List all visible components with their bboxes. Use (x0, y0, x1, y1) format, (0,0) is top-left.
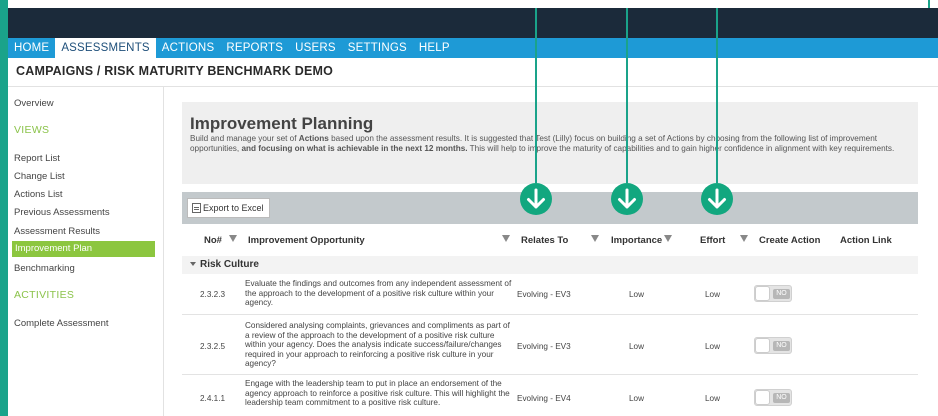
export-excel-button[interactable]: Export to Excel (187, 198, 270, 218)
top-gap (8, 0, 938, 8)
nav-settings[interactable]: SETTINGS (342, 38, 413, 58)
sidebar-item-improvement-plan[interactable]: Improvement Plan (12, 241, 155, 257)
row-number: 2.4.1.1 (200, 394, 226, 403)
col-header-action-link[interactable]: Action Link (840, 235, 892, 246)
nav-help[interactable]: HELP (413, 38, 456, 58)
down-arrow-icon (611, 183, 643, 215)
main-nav: HOME ASSESSMENTS ACTIONS REPORTS USERS S… (8, 38, 938, 58)
export-label: Export to Excel (203, 203, 264, 213)
col-header-importance[interactable]: Importance (611, 235, 662, 246)
callout-line (626, 8, 628, 183)
toggle-knob (755, 338, 770, 353)
group-row-risk-culture[interactable]: Risk Culture (182, 256, 918, 274)
col-header-opportunity[interactable]: Improvement Opportunity (248, 235, 365, 246)
row-number: 2.3.2.5 (200, 342, 226, 351)
app-header (8, 8, 938, 38)
sidebar-item-overview[interactable]: Overview (14, 98, 54, 109)
col-header-no[interactable]: No# (204, 235, 222, 246)
row-relates-to: Evolving - EV3 (517, 290, 571, 299)
create-action-toggle[interactable]: NO (754, 389, 792, 406)
callout-line (535, 8, 537, 183)
toggle-label: NO (773, 289, 790, 299)
sidebar-item-report-list[interactable]: Report List (14, 153, 60, 164)
desc-bold-1: Actions (298, 134, 329, 143)
row-effort: Low (705, 342, 721, 351)
filter-icon[interactable] (740, 235, 748, 242)
improvement-planning-panel: Improvement Planning Build and manage yo… (182, 102, 918, 184)
filter-icon[interactable] (229, 235, 237, 242)
sidebar-item-assessment-results[interactable]: Assessment Results (14, 226, 100, 237)
desc-text-3: This will help to improve the maturity o… (467, 144, 895, 153)
corner-marker (928, 0, 930, 8)
nav-users[interactable]: USERS (289, 38, 342, 58)
left-frame (0, 0, 8, 416)
toggle-knob (755, 286, 770, 301)
toggle-label: NO (773, 393, 790, 403)
down-arrow-icon (520, 183, 552, 215)
row-importance: Low (629, 394, 645, 403)
row-opportunity: Engage with the leadership team to put i… (245, 379, 510, 408)
desc-bold-2: and focusing on what is achievable in th… (241, 144, 468, 153)
nav-actions[interactable]: ACTIONS (156, 38, 221, 58)
sidebar-item-previous-assessments[interactable]: Previous Assessments (14, 207, 110, 218)
row-opportunity: Evaluate the findings and outcomes from … (245, 279, 512, 308)
filter-icon[interactable] (502, 235, 510, 242)
col-header-create-action[interactable]: Create Action (759, 235, 820, 246)
nav-home[interactable]: HOME (8, 38, 55, 58)
row-divider (182, 374, 918, 375)
nav-assessments[interactable]: ASSESSMENTS (55, 38, 156, 58)
filter-icon[interactable] (664, 235, 672, 242)
row-relates-to: Evolving - EV4 (517, 394, 571, 403)
toggle-label: NO (773, 341, 790, 351)
page-title: Improvement Planning (190, 114, 374, 133)
nav-reports[interactable]: REPORTS (220, 38, 289, 58)
create-action-toggle[interactable]: NO (754, 337, 792, 354)
row-opportunity: Considered analysing complaints, grievan… (245, 321, 510, 369)
row-importance: Low (629, 290, 645, 299)
col-header-relates[interactable]: Relates To (521, 235, 568, 246)
col-header-effort[interactable]: Effort (700, 235, 725, 246)
desc-text-1: Build and manage your set of (190, 134, 299, 143)
toggle-knob (755, 390, 770, 405)
collapse-triangle-icon[interactable] (190, 262, 196, 266)
sidebar-heading-views: VIEWS (14, 124, 50, 136)
group-label: Risk Culture (200, 259, 259, 270)
sidebar-item-complete-assessment[interactable]: Complete Assessment (14, 318, 109, 329)
sidebar-item-actions-list[interactable]: Actions List (14, 189, 63, 200)
filter-icon[interactable] (591, 235, 599, 242)
create-action-toggle[interactable]: NO (754, 285, 792, 302)
sidebar-item-change-list[interactable]: Change List (14, 171, 65, 182)
row-importance: Low (629, 342, 645, 351)
sidebar: Overview VIEWS Report List Change List A… (8, 87, 164, 416)
row-divider (182, 314, 918, 315)
excel-icon (192, 203, 201, 213)
down-arrow-icon (701, 183, 733, 215)
row-effort: Low (705, 394, 721, 403)
callout-line (716, 8, 718, 183)
breadcrumb: CAMPAIGNS / RISK MATURITY BENCHMARK DEMO (16, 64, 334, 78)
plan-description: Build and manage your set of Actions bas… (190, 134, 912, 154)
row-effort: Low (705, 290, 721, 299)
row-number: 2.3.2.3 (200, 290, 226, 299)
sidebar-heading-activities: ACTIVITIES (14, 289, 75, 301)
sidebar-item-benchmarking[interactable]: Benchmarking (14, 263, 75, 274)
row-relates-to: Evolving - EV3 (517, 342, 571, 351)
